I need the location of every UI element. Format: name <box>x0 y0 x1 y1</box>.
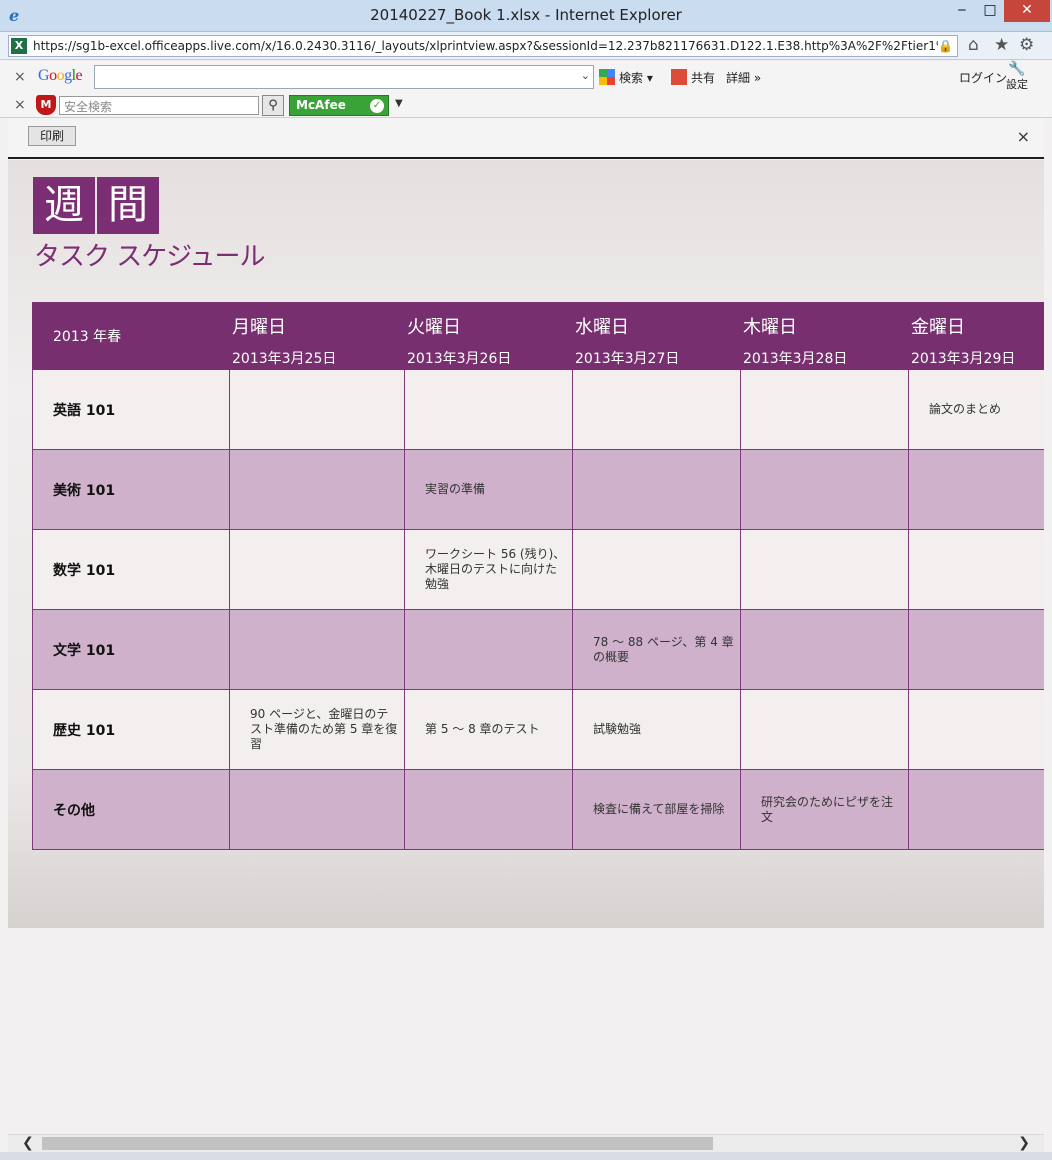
subject-cell: 歴史 101 <box>32 689 230 770</box>
login-button[interactable]: ログイン <box>959 69 1007 86</box>
table-row: 文学 101 78 〜 88 ページ、第 4 章の概要 <box>32 609 1044 690</box>
address-bar: X https://sg1b-excel.officeapps.live.com… <box>0 32 1052 60</box>
task-cell: 研究会のためにピザを注文 <box>740 769 909 850</box>
subject-cell: 数学 101 <box>32 529 230 610</box>
task-cell <box>908 529 1044 610</box>
safe-search-input[interactable]: 安全検索 <box>59 96 259 115</box>
title-char-2: 間 <box>97 177 159 234</box>
maximize-button[interactable]: □ <box>978 0 1002 22</box>
print-button[interactable]: 印刷 <box>28 126 76 146</box>
task-cell: 試験勉強 <box>572 689 741 770</box>
task-cell <box>229 369 405 450</box>
close-google-toolbar-icon[interactable]: × <box>14 69 26 85</box>
task-cell <box>740 529 909 610</box>
details-button[interactable]: 詳細 » <box>726 69 761 86</box>
excel-icon: X <box>11 38 27 54</box>
search-icon[interactable]: ⚲ <box>262 95 284 116</box>
url-text[interactable]: https://sg1b-excel.officeapps.live.com/x… <box>33 39 938 53</box>
minimize-button[interactable]: ‒ <box>950 0 974 22</box>
close-mcafee-toolbar-icon[interactable]: × <box>14 97 26 113</box>
day-header: 金曜日 2013年3月29日 <box>908 302 1044 370</box>
day-header: 火曜日 2013年3月26日 <box>404 302 573 370</box>
task-cell <box>572 449 741 530</box>
print-bar: 印刷 × <box>8 118 1044 159</box>
table-row: 数学 101 ワークシート 56 (残り)、木曜日のテストに向けた勉強 <box>32 529 1044 610</box>
day-header: 水曜日 2013年3月27日 <box>572 302 741 370</box>
task-cell <box>572 529 741 610</box>
scroll-right-icon[interactable]: ❯ <box>1018 1135 1030 1151</box>
task-cell: 論文のまとめ <box>908 369 1044 450</box>
google-search-icon <box>599 69 615 85</box>
day-header: 木曜日 2013年3月28日 <box>740 302 909 370</box>
mcafee-shield-icon: M <box>36 95 56 115</box>
close-window-button[interactable]: ✕ <box>1004 0 1050 22</box>
subject-cell: 文学 101 <box>32 609 230 690</box>
subject-cell: 英語 101 <box>32 369 230 450</box>
lock-icon[interactable]: 🔒 <box>938 39 953 53</box>
task-cell <box>740 449 909 530</box>
chevron-down-icon[interactable]: ⌄ <box>581 69 590 82</box>
task-cell <box>740 369 909 450</box>
task-cell <box>572 369 741 450</box>
mcafee-status-button[interactable]: McAfee ✓ <box>289 95 389 116</box>
task-cell <box>908 769 1044 850</box>
task-cell <box>229 609 405 690</box>
task-cell: 78 〜 88 ページ、第 4 章の概要 <box>572 609 741 690</box>
task-cell <box>404 369 573 450</box>
table-row: 歴史 101 90 ページと、金曜日のテスト準備のため第 5 章を復習 第 5 … <box>32 689 1044 770</box>
check-icon: ✓ <box>370 99 384 113</box>
google-logo: Google <box>38 67 83 84</box>
task-cell: ワークシート 56 (残り)、木曜日のテストに向けた勉強 <box>404 529 573 610</box>
mcafee-toolbar: × M 安全検索 ⚲ McAfee ✓ ▼ <box>0 93 1052 118</box>
task-cell <box>229 449 405 530</box>
task-cell <box>229 529 405 610</box>
gear-icon[interactable]: ⚙ <box>1019 35 1034 55</box>
scrollbar-thumb[interactable] <box>42 1137 713 1150</box>
subject-cell: その他 <box>32 769 230 850</box>
favorites-star-icon[interactable]: ★ <box>994 35 1009 55</box>
task-cell <box>908 609 1044 690</box>
google-search-button[interactable]: 検索 ▾ <box>599 69 653 86</box>
status-bar <box>0 1152 1052 1160</box>
title-char-1: 週 <box>33 177 95 234</box>
google-search-input[interactable]: ⌄ <box>94 65 594 89</box>
print-preview-document: 週 間 タスク スケジュール 2013 年春 月曜日 2013年3月25日 火曜日… <box>8 160 1044 928</box>
home-icon[interactable]: ⌂ <box>968 35 979 55</box>
task-cell <box>740 609 909 690</box>
schedule-table: 2013 年春 月曜日 2013年3月25日 火曜日 2013年3月26日 水曜日 2… <box>32 302 1044 850</box>
task-cell <box>908 449 1044 530</box>
scroll-left-icon[interactable]: ❮ <box>22 1135 34 1151</box>
wrench-icon: 🔧 <box>1008 61 1026 77</box>
task-cell: 検査に備えて部屋を掃除 <box>572 769 741 850</box>
horizontal-scrollbar[interactable]: ❮ ❯ <box>8 1134 1044 1152</box>
task-cell <box>404 609 573 690</box>
share-button[interactable]: 共有 <box>671 69 715 86</box>
task-cell: 90 ページと、金曜日のテスト準備のため第 5 章を復習 <box>229 689 405 770</box>
table-row: その他 検査に備えて部屋を掃除 研究会のためにピザを注文 <box>32 769 1044 850</box>
semester-header: 2013 年春 <box>32 302 230 370</box>
task-cell <box>908 689 1044 770</box>
close-print-view-icon[interactable]: × <box>1017 127 1030 146</box>
subject-cell: 美術 101 <box>32 449 230 530</box>
page-subtitle: タスク スケジュール <box>34 242 265 272</box>
task-cell: 第 5 〜 8 章のテスト <box>404 689 573 770</box>
table-header-row: 2013 年春 月曜日 2013年3月25日 火曜日 2013年3月26日 水曜日 2… <box>32 302 1044 370</box>
day-header: 月曜日 2013年3月25日 <box>229 302 405 370</box>
window-title: 20140227_Book 1.xlsx - Internet Explorer <box>370 6 682 24</box>
table-row: 英語 101 論文のまとめ <box>32 369 1044 450</box>
google-toolbar: × Google ⌄ 検索 ▾ 共有 詳細 » ログイン 🔧 設定 <box>0 61 1052 93</box>
google-plus-icon <box>671 69 687 85</box>
table-row: 美術 101 実習の準備 <box>32 449 1044 530</box>
title-bar: e 20140227_Book 1.xlsx - Internet Explor… <box>0 0 1052 32</box>
task-cell: 実習の準備 <box>404 449 573 530</box>
task-cell <box>229 769 405 850</box>
url-field[interactable]: X https://sg1b-excel.officeapps.live.com… <box>8 35 958 57</box>
task-cell <box>740 689 909 770</box>
task-cell <box>404 769 573 850</box>
chevron-down-icon[interactable]: ▼ <box>395 98 403 109</box>
settings-button[interactable]: 🔧 設定 <box>1006 61 1028 92</box>
